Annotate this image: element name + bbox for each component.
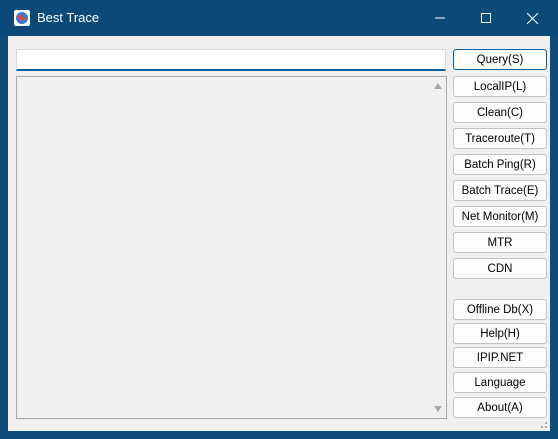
traceroute-button[interactable]: Traceroute(T) <box>453 128 547 149</box>
close-button[interactable] <box>509 0 555 36</box>
offline-db-button[interactable]: Offline Db(X) <box>453 299 547 320</box>
maximize-button[interactable] <box>463 0 509 36</box>
net-monitor-button[interactable]: Net Monitor(M) <box>453 206 547 227</box>
result-list[interactable] <box>16 76 447 419</box>
batch-ping-button[interactable]: Batch Ping(R) <box>453 154 547 175</box>
scroll-down-icon[interactable] <box>434 406 442 412</box>
maximize-icon <box>481 13 491 23</box>
title-bar[interactable]: Best Trace <box>0 0 558 36</box>
batch-trace-button[interactable]: Batch Trace(E) <box>453 180 547 201</box>
window-title: Best Trace <box>37 10 100 25</box>
clean-button[interactable]: Clean(C) <box>453 102 547 123</box>
app-icon <box>14 10 30 26</box>
resize-grip-icon[interactable] <box>538 419 548 429</box>
language-button[interactable]: Language <box>453 372 547 393</box>
query-button[interactable]: Query(S) <box>453 49 547 70</box>
about-button[interactable]: About(A) <box>453 397 547 418</box>
scroll-up-icon[interactable] <box>434 83 442 89</box>
client-area: Query(S) LocalIP(L) Clean(C) Traceroute(… <box>8 36 550 431</box>
app-window: Best Trace Query(S) LocalIP(L) Clean(C) … <box>0 0 558 439</box>
ipip-button[interactable]: IPIP.NET <box>453 347 547 368</box>
vertical-scrollbar[interactable] <box>430 77 446 418</box>
help-button[interactable]: Help(H) <box>453 323 547 344</box>
mtr-button[interactable]: MTR <box>453 232 547 253</box>
localip-button[interactable]: LocalIP(L) <box>453 76 547 97</box>
query-input[interactable] <box>16 49 446 71</box>
minimize-icon <box>435 17 445 19</box>
minimize-button[interactable] <box>417 0 463 36</box>
cdn-button[interactable]: CDN <box>453 258 547 279</box>
close-icon <box>526 12 538 24</box>
